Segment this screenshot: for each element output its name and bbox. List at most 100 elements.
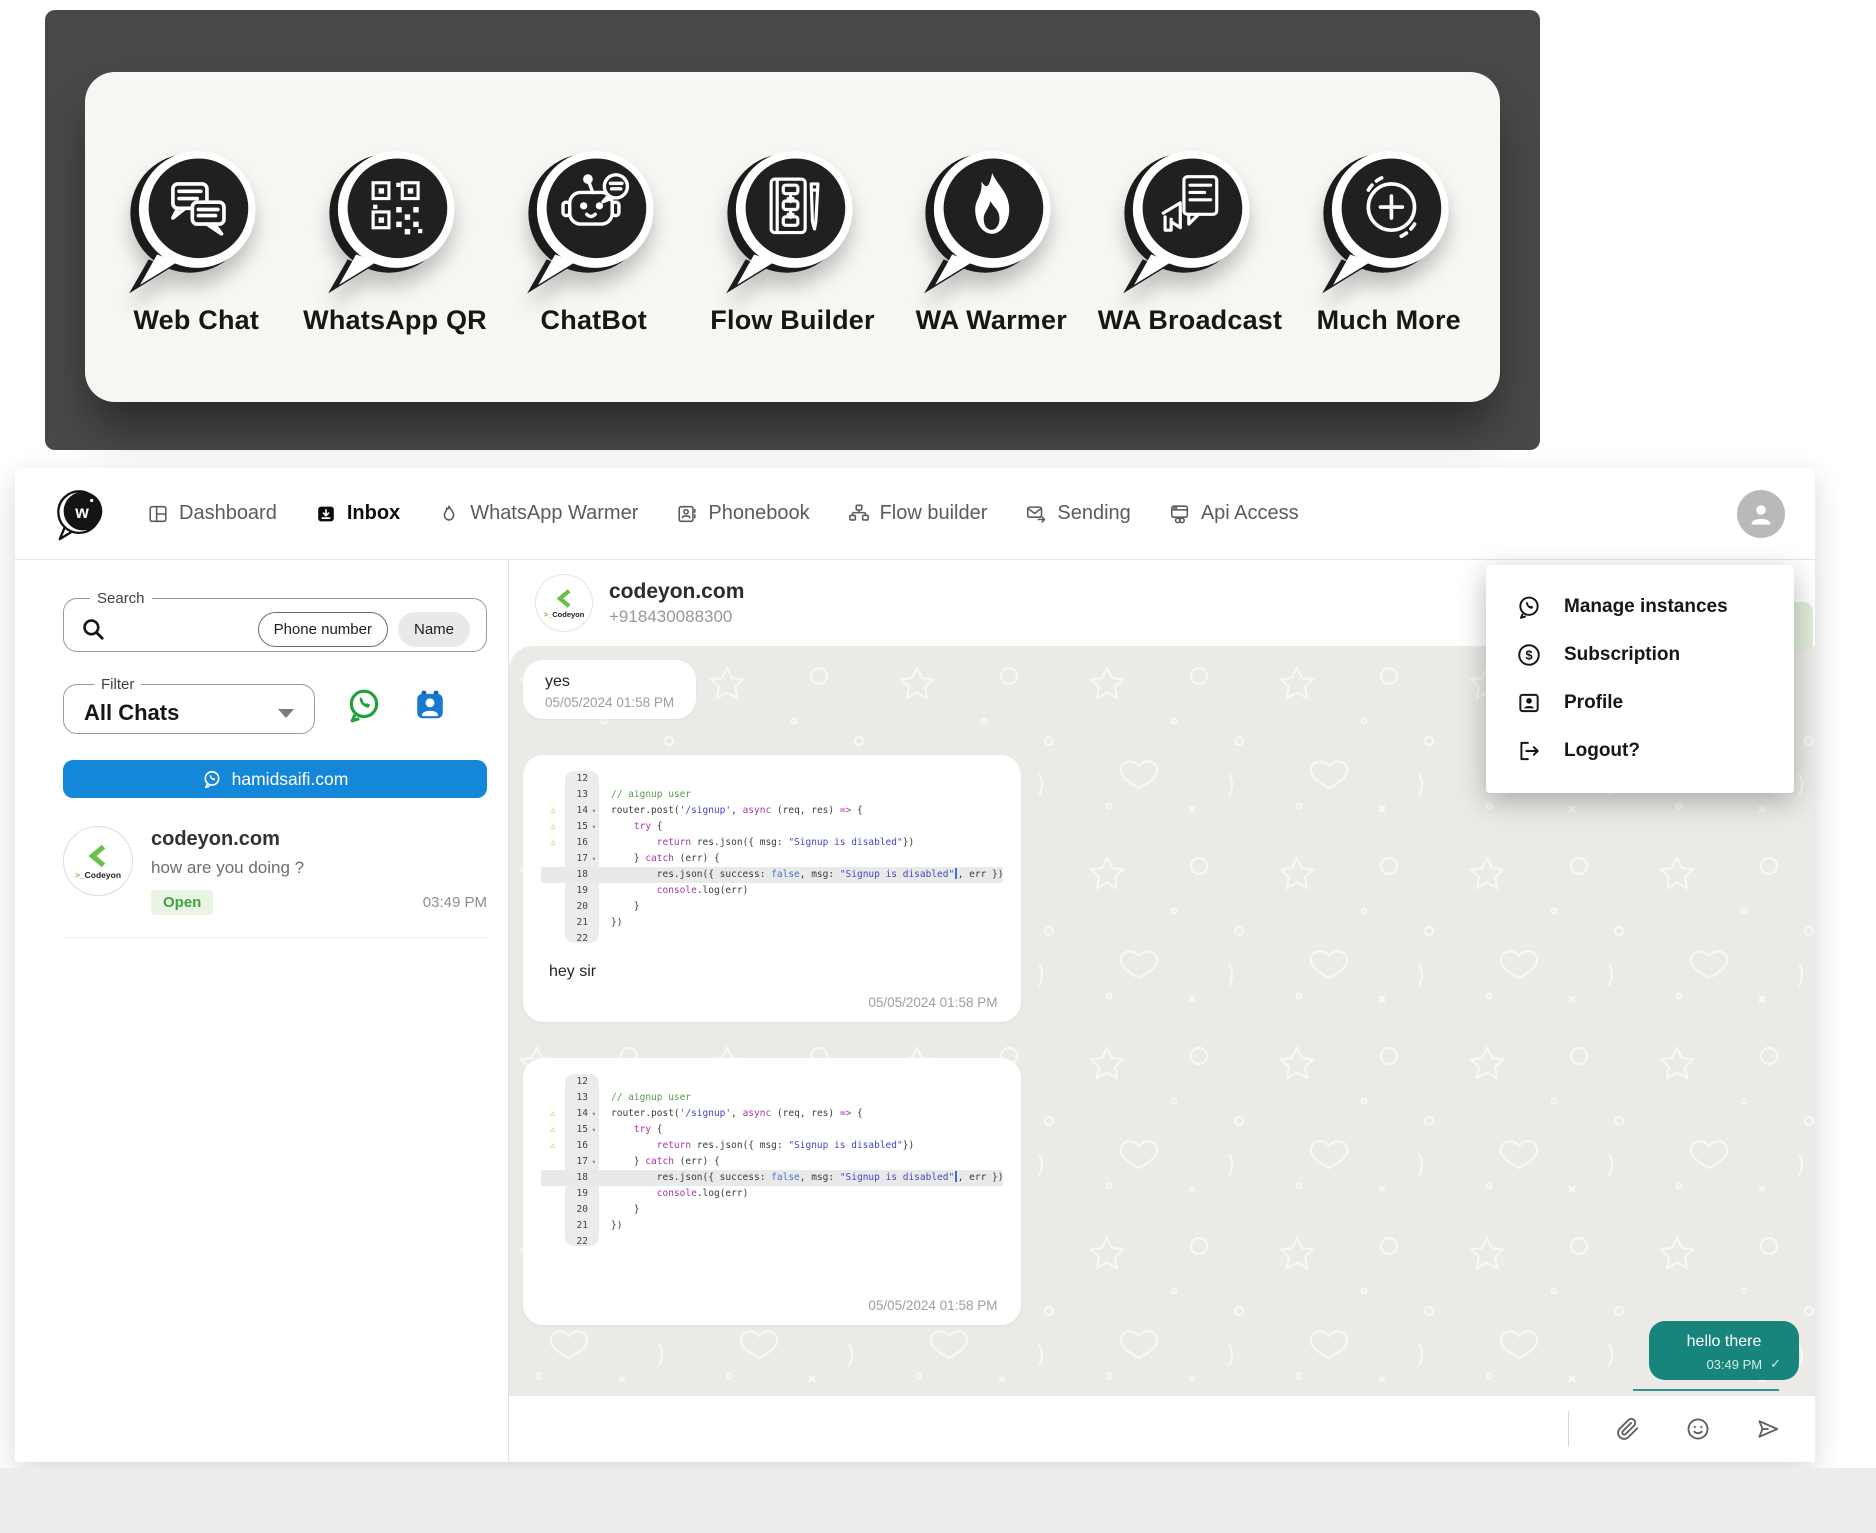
chat-list-item[interactable]: >_Codeyon codeyon.com how are you doing …	[63, 826, 487, 938]
chat-item-time: 03:49 PM	[423, 894, 487, 911]
nav-phonebook[interactable]: Phonebook	[676, 502, 809, 525]
send-icon	[1755, 1416, 1781, 1442]
line-number: 20	[565, 1202, 599, 1218]
app-window: w Dashboard Inbox WhatsAp	[15, 468, 1815, 1462]
attach-button[interactable]	[1615, 1416, 1641, 1442]
code-text: return res.json({ msg: "Signup is disabl…	[599, 1138, 914, 1154]
message-timestamp: 03:49 PM	[1706, 1357, 1762, 1372]
chat-contact-phone: +918430088300	[609, 607, 744, 627]
filter-legend: Filter	[94, 676, 141, 693]
menu-profile[interactable]: Profile	[1486, 679, 1794, 727]
message-text: hello there	[1667, 1333, 1781, 1351]
line-number: 18	[565, 1170, 599, 1186]
composer-divider	[1568, 1411, 1569, 1447]
plus-icon	[1310, 139, 1468, 297]
chat-item-name: codeyon.com	[151, 828, 487, 851]
search-by-name-pill[interactable]: Name	[398, 612, 470, 647]
codeyon-brand: >_Codeyon	[544, 611, 585, 619]
line-number: 16	[565, 1138, 599, 1154]
warning-icon: ⚠	[541, 1138, 565, 1154]
nav-flow-builder[interactable]: Flow builder	[848, 502, 988, 525]
feature-wa-warmer: WA Warmer	[894, 139, 1089, 336]
emoji-button[interactable]	[1685, 1416, 1711, 1442]
code-line: 13// aignup user	[541, 787, 1003, 803]
contact-avatar: >_Codeyon	[63, 826, 133, 896]
line-number: 22	[565, 1234, 599, 1246]
smiley-icon	[1685, 1416, 1711, 1442]
nav-inbox[interactable]: Inbox	[315, 502, 400, 525]
code-text: // aignup user	[599, 787, 691, 803]
code-text: console.log(err)	[599, 883, 748, 899]
instance-button[interactable]: hamidsaifi.com	[63, 760, 487, 798]
feature-label: WhatsApp QR	[303, 305, 487, 336]
line-number: 12	[565, 1074, 599, 1090]
feature-label: WA Broadcast	[1098, 305, 1282, 336]
contact-badge-icon	[413, 688, 447, 722]
feature-label: Web Chat	[133, 305, 259, 336]
codeyon-chevron-icon	[83, 842, 113, 870]
send-button[interactable]	[1755, 1416, 1781, 1442]
code-text: // aignup user	[599, 1090, 691, 1106]
code-line: ⚠15▾ try {	[541, 819, 1003, 835]
instance-button-label: hamidsaifi.com	[232, 769, 349, 790]
whatsapp-button[interactable]	[345, 686, 383, 724]
dollar-circle-icon: $	[1516, 642, 1542, 668]
code-line: 19 console.log(err)	[541, 883, 1003, 899]
incoming-message-code: 1213// aignup user⚠14▾router.post('/sign…	[523, 755, 1021, 1022]
chat-contact-info: codeyon.com +918430088300	[609, 580, 744, 627]
flame-icon	[912, 139, 1070, 297]
codeyon-chevron-icon	[552, 587, 577, 610]
incoming-message-code: 1213// aignup user⚠14▾router.post('/sign…	[523, 1058, 1021, 1325]
fold-caret-icon: ▾	[588, 803, 596, 819]
warning-icon: ⚠	[541, 1106, 565, 1122]
code-line: 21})	[541, 915, 1003, 931]
nav-whatsapp-warmer[interactable]: WhatsApp Warmer	[438, 502, 638, 525]
nav-sending[interactable]: Sending	[1025, 502, 1130, 525]
window-link-icon	[1169, 503, 1191, 525]
sidebar: Search Phone number Name Filter All Chat…	[15, 560, 509, 1462]
line-number: 15▾	[565, 1122, 599, 1138]
search-by-phone-pill[interactable]: Phone number	[258, 612, 388, 647]
code-text: res.json({ success: false, msg: "Signup …	[599, 867, 1003, 883]
search-input[interactable]: Search Phone number Name	[63, 590, 487, 652]
chevron-down-icon	[278, 709, 294, 718]
contacts-button[interactable]	[413, 688, 447, 722]
warning-icon: ⚠	[541, 1122, 565, 1138]
code-text: router.post('/signup', async (req, res) …	[599, 1106, 863, 1122]
menu-subscription[interactable]: $ Subscription	[1486, 631, 1794, 679]
code-text: }	[599, 899, 640, 915]
chat-filter-select[interactable]: Filter All Chats	[63, 676, 315, 734]
message-input[interactable]	[533, 1409, 1568, 1449]
profile-card-icon	[1516, 690, 1542, 716]
code-line: 19 console.log(err)	[541, 1186, 1003, 1202]
line-number: 16	[565, 835, 599, 851]
feature-whatsapp-qr: WhatsApp QR	[298, 139, 493, 336]
fold-caret-icon: ▾	[588, 1122, 596, 1138]
inbox-icon	[315, 503, 337, 525]
nav-api-access[interactable]: Api Access	[1169, 502, 1299, 525]
org-chart-icon	[848, 503, 870, 525]
menu-manage-instances[interactable]: Manage instances	[1486, 583, 1794, 631]
code-text: try {	[599, 819, 663, 835]
line-number: 13	[565, 1090, 599, 1106]
feature-much-more: Much More	[1291, 139, 1486, 336]
line-number: 22	[565, 931, 599, 943]
contact-avatar[interactable]: >_Codeyon	[535, 574, 593, 632]
line-number: 20	[565, 899, 599, 915]
code-line: 18 res.json({ success: false, msg: "Sign…	[541, 867, 1003, 883]
menu-logout[interactable]: Logout?	[1486, 727, 1794, 775]
message-composer	[509, 1396, 1815, 1462]
code-line: 13// aignup user	[541, 1090, 1003, 1106]
account-avatar[interactable]	[1737, 490, 1785, 538]
code-line: ⚠15▾ try {	[541, 1122, 1003, 1138]
code-line: 21})	[541, 1218, 1003, 1234]
feature-label: Much More	[1317, 305, 1461, 336]
app-logo[interactable]: w	[53, 485, 111, 543]
chat-contact-name: codeyon.com	[609, 580, 744, 604]
line-number: 19	[565, 1186, 599, 1202]
nav-dashboard[interactable]: Dashboard	[147, 502, 277, 525]
code-line: 17▾ } catch (err) {	[541, 1154, 1003, 1170]
incoming-message: yes 05/05/2024 01:58 PM	[523, 660, 696, 719]
qr-code-icon	[316, 139, 474, 297]
warning-icon: ⚠	[541, 803, 565, 819]
